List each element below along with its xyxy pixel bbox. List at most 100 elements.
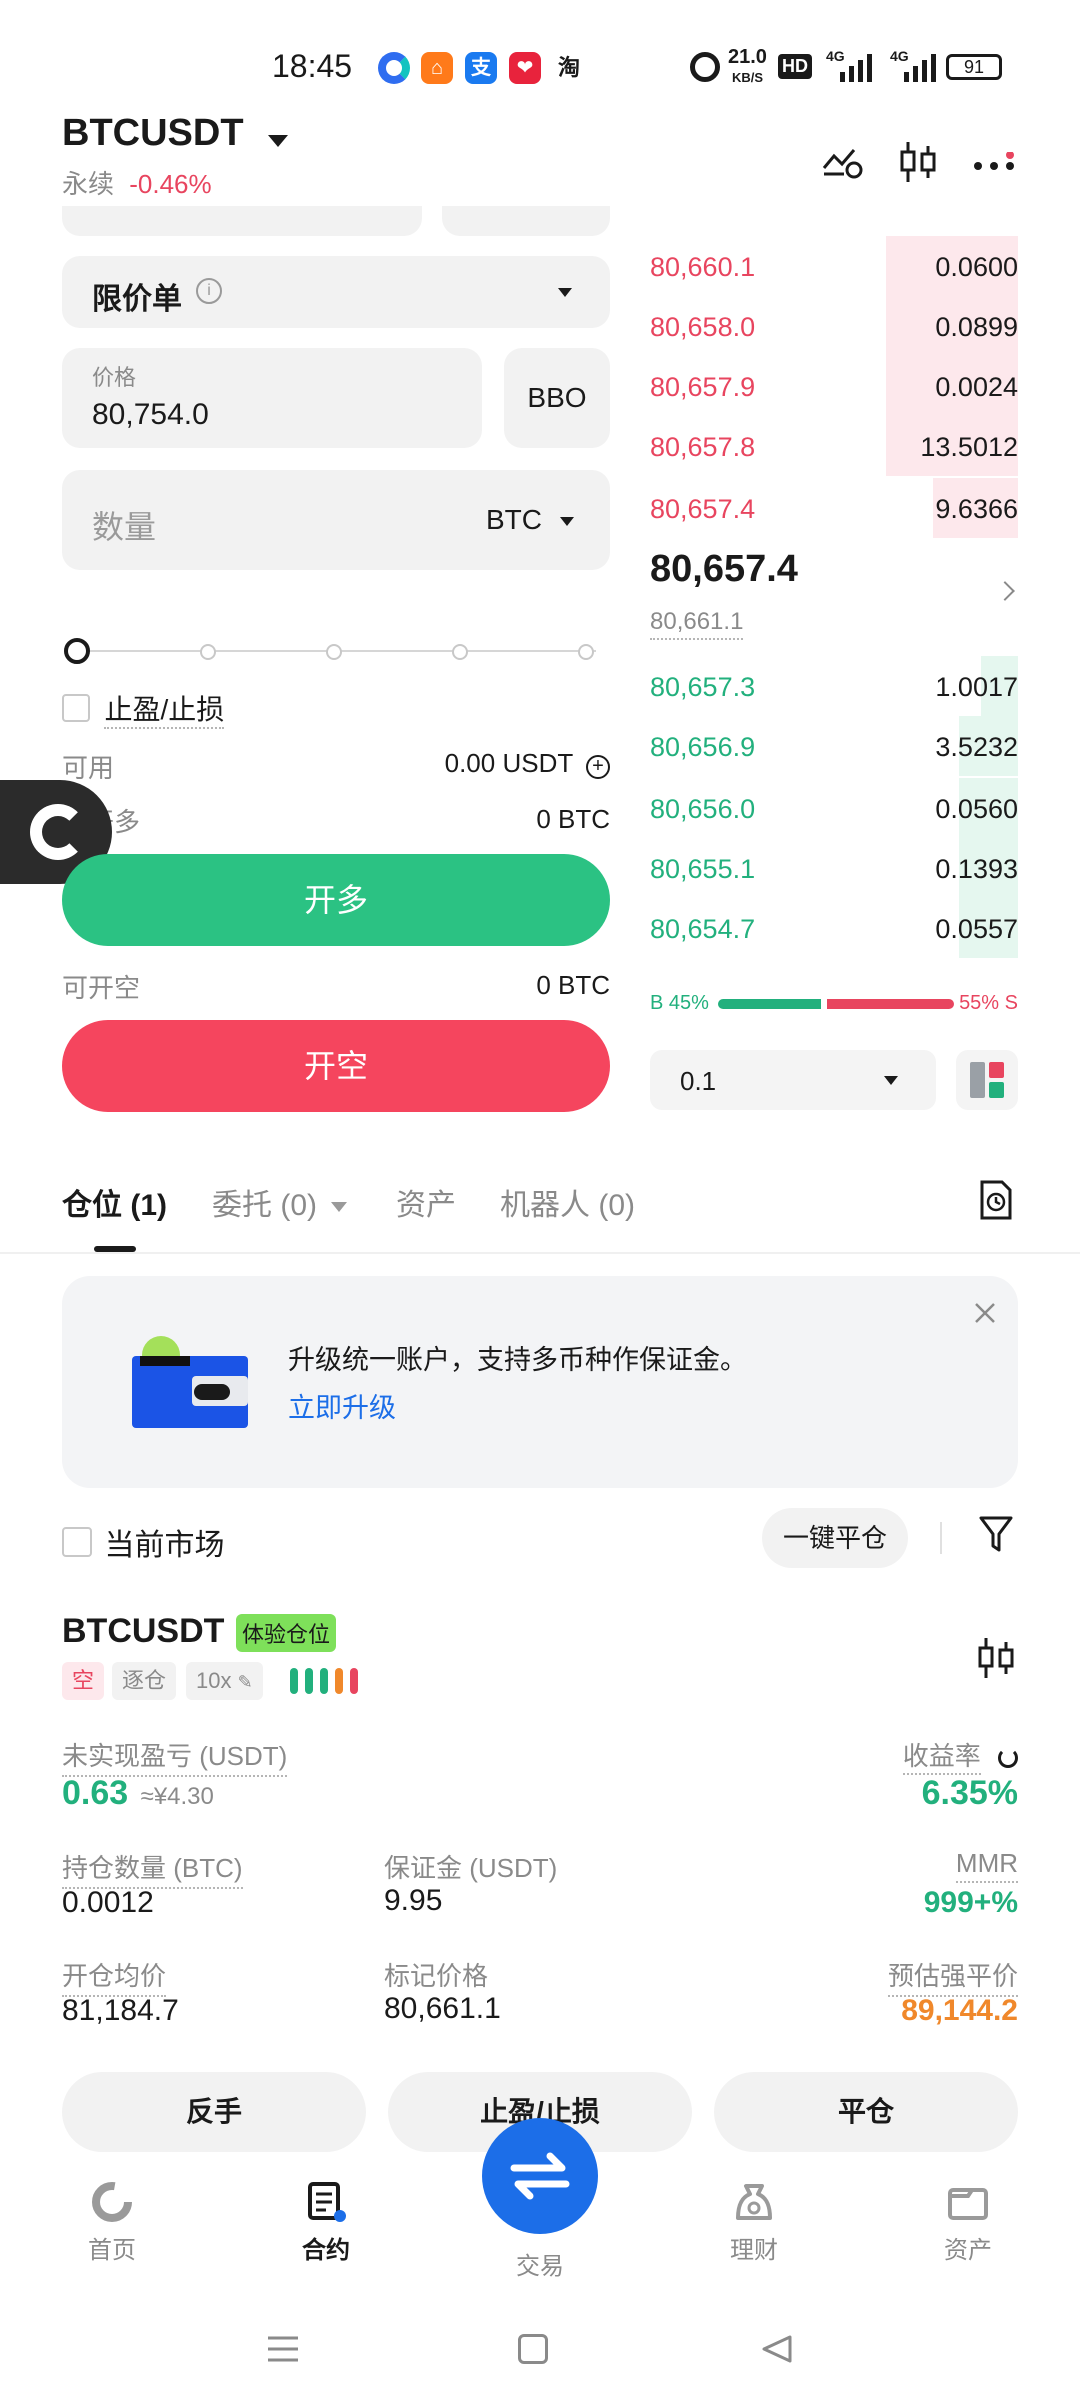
layout-icon (970, 1062, 1004, 1098)
last-price: 80,657.4 (650, 548, 798, 590)
caret-down-icon (268, 134, 288, 147)
entry-price-label: 开仓均价 (62, 1956, 167, 1997)
slider-handle[interactable] (64, 638, 90, 664)
tab-assets[interactable]: 资产 (396, 1180, 456, 1224)
system-nav-bar (0, 2300, 1080, 2400)
ask-qty: 9.6366 (935, 494, 1018, 524)
ask-row[interactable]: 80,658.0 0.0899 (650, 296, 1018, 356)
bid-row[interactable]: 80,656.9 3.5232 (650, 716, 1018, 776)
ratio-bar (718, 999, 954, 1009)
close-all-button[interactable]: 一键平仓 (762, 1508, 908, 1568)
bid-row[interactable]: 80,654.7 0.0557 (650, 898, 1018, 958)
candlestick-chart-icon[interactable] (898, 140, 938, 189)
wallet-illustration (132, 1336, 248, 1428)
bid-price: 80,656.9 (650, 732, 756, 762)
reverse-button[interactable]: 反手 (62, 2072, 366, 2152)
mark-price-value: 80,661.1 (384, 1992, 501, 2025)
bid-price: 80,656.0 (650, 794, 756, 824)
bid-qty: 0.1393 (935, 854, 1018, 884)
checkbox[interactable] (62, 1527, 92, 1557)
collapsed-field-left (62, 206, 422, 236)
ask-price: 80,658.0 (650, 312, 756, 342)
history-icon[interactable] (976, 1178, 1016, 1227)
battery-icon: 91 (946, 54, 1002, 80)
ask-row[interactable]: 80,657.8 13.5012 (650, 416, 1018, 476)
tab-positions[interactable]: 仓位 (1) (62, 1180, 167, 1224)
order-type-select[interactable]: 限价单 i (62, 256, 610, 328)
caret-down-icon (558, 288, 572, 297)
ask-row[interactable]: 80,660.1 0.0600 (650, 236, 1018, 296)
precision-select[interactable]: 0.1 (650, 1050, 936, 1110)
quantity-slider[interactable] (62, 636, 610, 666)
quantity-unit-select[interactable]: BTC (486, 504, 574, 536)
price-input[interactable]: 价格 80,754.0 (62, 348, 482, 448)
buy-ratio-label: B 45% (650, 992, 709, 1014)
open-short-button[interactable]: 开空 (62, 1020, 610, 1112)
slider-tick[interactable] (200, 644, 216, 660)
tab-orders[interactable]: 委托 (0) (212, 1180, 348, 1224)
available-label: 可用 (62, 753, 115, 783)
close-position-button[interactable]: 平仓 (714, 2072, 1018, 2152)
tp-sl-checkbox[interactable]: 止盈/止损 (62, 688, 225, 729)
banner-upgrade-link[interactable]: 立即升级 (288, 1386, 396, 1425)
leverage-tag[interactable]: 10x ✎ (186, 1662, 263, 1700)
quantity-input[interactable]: 数量 BTC (62, 470, 610, 570)
position-settings-icon[interactable] (976, 1636, 1016, 1685)
symbol-header[interactable]: BTCUSDT (62, 112, 288, 155)
status-time: 18:45 (272, 48, 353, 84)
bid-row[interactable]: 80,656.0 0.0560 (650, 778, 1018, 838)
close-icon[interactable] (972, 1300, 998, 1326)
nav-futures[interactable]: 合约 (266, 2180, 386, 2265)
slider-tick[interactable] (578, 644, 594, 660)
ask-qty: 13.5012 (920, 432, 1018, 462)
bid-price: 80,655.1 (650, 854, 756, 884)
margin-label: 保证金 (USDT) (384, 1853, 558, 1883)
nav-trade-fab[interactable] (482, 2118, 598, 2234)
home-square-icon[interactable] (518, 2334, 548, 2364)
price-alert-icon[interactable] (820, 144, 864, 185)
slider-tick[interactable] (326, 644, 342, 660)
bid-row[interactable]: 80,655.1 0.1393 (650, 838, 1018, 898)
price-label: 价格 (92, 365, 137, 390)
tab-bots[interactable]: 机器人 (0) (500, 1180, 635, 1224)
filter-icon[interactable] (978, 1514, 1014, 1559)
logo-icon (30, 804, 86, 860)
menu-icon[interactable] (266, 2334, 300, 2364)
refresh-icon[interactable] (998, 1748, 1018, 1769)
trial-position-badge: 体验仓位 (236, 1614, 337, 1652)
ask-row[interactable]: 80,657.9 0.0024 (650, 356, 1018, 416)
app-icon-alipay: 支 (465, 52, 497, 84)
bbo-button[interactable]: BBO (504, 348, 610, 448)
more-icon[interactable] (972, 151, 1020, 181)
ask-row[interactable]: 80,657.4 9.6366 (650, 478, 1018, 538)
add-funds-icon[interactable]: + (586, 755, 610, 779)
margin-value: 9.95 (384, 1884, 443, 1917)
size-value: 0.0012 (62, 1886, 154, 1919)
quantity-placeholder: 数量 (92, 509, 157, 545)
home-icon (92, 2182, 132, 2222)
open-long-button[interactable]: 开多 (62, 854, 610, 946)
bid-row[interactable]: 80,657.3 1.0017 (650, 656, 1018, 716)
liq-price-value: 89,144.2 (901, 1994, 1018, 2027)
current-market-checkbox[interactable]: 当前市场 (62, 1520, 224, 1564)
book-layout-button[interactable] (956, 1050, 1018, 1110)
swap-arrows-icon (510, 2152, 570, 2200)
side-tag: 空 (62, 1662, 105, 1700)
nav-trade-label[interactable]: 交易 (480, 2246, 600, 2281)
nav-home[interactable]: 首页 (52, 2180, 172, 2265)
bid-price: 80,654.7 (650, 914, 756, 944)
caret-down-icon (884, 1076, 898, 1085)
slider-tick[interactable] (452, 644, 468, 660)
status-bar: 18:45 ⌂ 支 ❤ 淘 21.0 KB/S HD 4G 4G 91 (0, 0, 1080, 110)
info-icon[interactable]: i (196, 278, 222, 304)
nav-assets[interactable]: 资产 (908, 2180, 1028, 2265)
upgrade-banner[interactable]: 升级统一账户，支持多币种作保证金。 立即升级 (62, 1276, 1018, 1488)
chevron-right-icon[interactable] (995, 581, 1015, 601)
mark-price: 80,661.1 (650, 608, 744, 640)
checkbox[interactable] (62, 694, 90, 722)
nav-earn[interactable]: 理财 (694, 2180, 814, 2265)
bid-qty: 3.5232 (935, 732, 1018, 762)
adl-indicator (290, 1668, 360, 1694)
back-triangle-icon[interactable] (760, 2334, 794, 2369)
signal-icon-1: 4G (826, 48, 876, 82)
